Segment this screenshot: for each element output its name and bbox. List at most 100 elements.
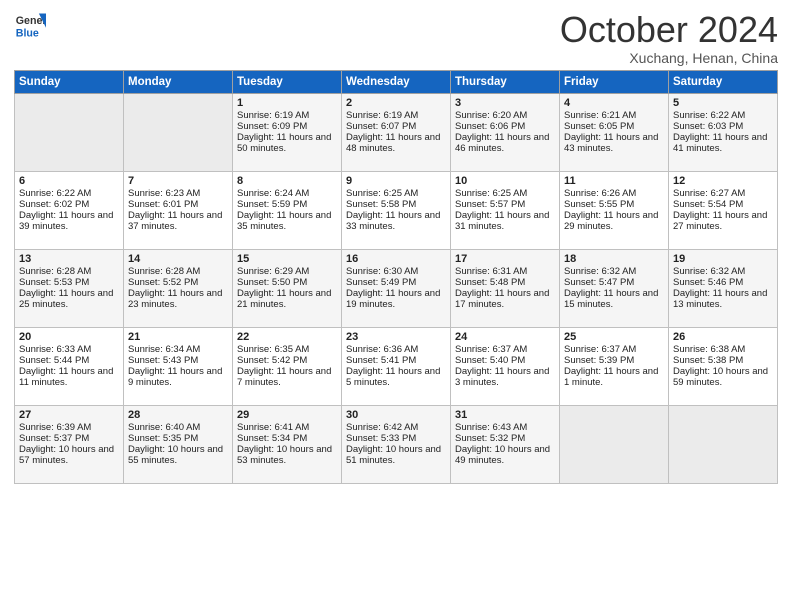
day-info-line: Sunrise: 6:38 AM bbox=[673, 344, 773, 355]
day-info-line: Sunrise: 6:29 AM bbox=[237, 266, 337, 277]
day-cell: 24Sunrise: 6:37 AMSunset: 5:40 PMDayligh… bbox=[451, 327, 560, 405]
day-info-line: Sunrise: 6:33 AM bbox=[19, 344, 119, 355]
day-info-line: Daylight: 11 hours and 13 minutes. bbox=[673, 288, 773, 310]
day-info-line: Sunrise: 6:40 AM bbox=[128, 422, 228, 433]
day-info-line: Sunset: 5:38 PM bbox=[673, 355, 773, 366]
day-info-line: Sunrise: 6:31 AM bbox=[455, 266, 555, 277]
header-monday: Monday bbox=[124, 70, 233, 93]
day-info-line: Sunset: 5:57 PM bbox=[455, 199, 555, 210]
day-info-line: Daylight: 11 hours and 37 minutes. bbox=[128, 210, 228, 232]
day-info-line: Daylight: 11 hours and 48 minutes. bbox=[346, 132, 446, 154]
day-number: 26 bbox=[673, 331, 773, 343]
day-info-line: Sunset: 5:41 PM bbox=[346, 355, 446, 366]
day-cell: 17Sunrise: 6:31 AMSunset: 5:48 PMDayligh… bbox=[451, 249, 560, 327]
day-cell: 6Sunrise: 6:22 AMSunset: 6:02 PMDaylight… bbox=[15, 171, 124, 249]
day-info-line: Sunrise: 6:39 AM bbox=[19, 422, 119, 433]
day-info-line: Sunset: 5:32 PM bbox=[455, 433, 555, 444]
day-cell: 31Sunrise: 6:43 AMSunset: 5:32 PMDayligh… bbox=[451, 405, 560, 483]
day-info-line: Sunrise: 6:25 AM bbox=[346, 188, 446, 199]
day-info-line: Daylight: 11 hours and 1 minute. bbox=[564, 366, 664, 388]
day-info-line: Daylight: 11 hours and 9 minutes. bbox=[128, 366, 228, 388]
day-number: 19 bbox=[673, 253, 773, 265]
week-row-2: 6Sunrise: 6:22 AMSunset: 6:02 PMDaylight… bbox=[15, 171, 778, 249]
day-info-line: Sunrise: 6:23 AM bbox=[128, 188, 228, 199]
day-number: 21 bbox=[128, 331, 228, 343]
day-number: 29 bbox=[237, 409, 337, 421]
day-cell: 1Sunrise: 6:19 AMSunset: 6:09 PMDaylight… bbox=[233, 93, 342, 171]
calendar-table: Sunday Monday Tuesday Wednesday Thursday… bbox=[14, 70, 778, 484]
day-info-line: Sunset: 5:47 PM bbox=[564, 277, 664, 288]
day-number: 11 bbox=[564, 175, 664, 187]
day-info-line: Sunset: 5:53 PM bbox=[19, 277, 119, 288]
day-cell: 18Sunrise: 6:32 AMSunset: 5:47 PMDayligh… bbox=[560, 249, 669, 327]
day-number: 1 bbox=[237, 97, 337, 109]
day-number: 7 bbox=[128, 175, 228, 187]
day-number: 23 bbox=[346, 331, 446, 343]
month-title: October 2024 bbox=[560, 10, 778, 50]
day-info-line: Sunset: 5:59 PM bbox=[237, 199, 337, 210]
day-info-line: Daylight: 11 hours and 7 minutes. bbox=[237, 366, 337, 388]
header-friday: Friday bbox=[560, 70, 669, 93]
day-info-line: Sunset: 5:52 PM bbox=[128, 277, 228, 288]
day-info-line: Sunrise: 6:19 AM bbox=[346, 110, 446, 121]
day-info-line: Sunset: 5:54 PM bbox=[673, 199, 773, 210]
day-cell: 7Sunrise: 6:23 AMSunset: 6:01 PMDaylight… bbox=[124, 171, 233, 249]
day-number: 6 bbox=[19, 175, 119, 187]
day-info-line: Daylight: 11 hours and 5 minutes. bbox=[346, 366, 446, 388]
day-info-line: Sunrise: 6:36 AM bbox=[346, 344, 446, 355]
calendar-header: Sunday Monday Tuesday Wednesday Thursday… bbox=[15, 70, 778, 93]
day-info-line: Sunset: 5:34 PM bbox=[237, 433, 337, 444]
day-info-line: Sunset: 5:58 PM bbox=[346, 199, 446, 210]
day-info-line: Daylight: 11 hours and 46 minutes. bbox=[455, 132, 555, 154]
day-number: 24 bbox=[455, 331, 555, 343]
day-number: 17 bbox=[455, 253, 555, 265]
day-info-line: Daylight: 11 hours and 33 minutes. bbox=[346, 210, 446, 232]
day-cell bbox=[15, 93, 124, 171]
header-sunday: Sunday bbox=[15, 70, 124, 93]
header-tuesday: Tuesday bbox=[233, 70, 342, 93]
day-cell: 23Sunrise: 6:36 AMSunset: 5:41 PMDayligh… bbox=[342, 327, 451, 405]
day-cell: 29Sunrise: 6:41 AMSunset: 5:34 PMDayligh… bbox=[233, 405, 342, 483]
day-info-line: Daylight: 11 hours and 25 minutes. bbox=[19, 288, 119, 310]
day-info-line: Sunrise: 6:20 AM bbox=[455, 110, 555, 121]
day-number: 27 bbox=[19, 409, 119, 421]
header-thursday: Thursday bbox=[451, 70, 560, 93]
day-info-line: Daylight: 10 hours and 53 minutes. bbox=[237, 444, 337, 466]
day-cell: 5Sunrise: 6:22 AMSunset: 6:03 PMDaylight… bbox=[669, 93, 778, 171]
day-number: 10 bbox=[455, 175, 555, 187]
week-row-5: 27Sunrise: 6:39 AMSunset: 5:37 PM Dayligh… bbox=[15, 405, 778, 483]
day-number: 9 bbox=[346, 175, 446, 187]
day-cell: 30Sunrise: 6:42 AMSunset: 5:33 PMDayligh… bbox=[342, 405, 451, 483]
day-info-line: Daylight: 11 hours and 35 minutes. bbox=[237, 210, 337, 232]
calendar-body: 1Sunrise: 6:19 AMSunset: 6:09 PMDaylight… bbox=[15, 93, 778, 483]
day-info-line: Sunset: 5:39 PM bbox=[564, 355, 664, 366]
day-info-line: Daylight: 11 hours and 23 minutes. bbox=[128, 288, 228, 310]
day-cell: 3Sunrise: 6:20 AMSunset: 6:06 PMDaylight… bbox=[451, 93, 560, 171]
day-number: 2 bbox=[346, 97, 446, 109]
day-number: 8 bbox=[237, 175, 337, 187]
day-cell: 28Sunrise: 6:40 AMSunset: 5:35 PMDayligh… bbox=[124, 405, 233, 483]
day-number: 3 bbox=[455, 97, 555, 109]
day-info-line: Sunset: 5:37 PM bbox=[19, 433, 119, 444]
day-info-line: Daylight: 11 hours and 31 minutes. bbox=[455, 210, 555, 232]
day-info-line: Sunset: 5:49 PM bbox=[346, 277, 446, 288]
day-cell: 10Sunrise: 6:25 AMSunset: 5:57 PMDayligh… bbox=[451, 171, 560, 249]
day-info-line: Sunrise: 6:21 AM bbox=[564, 110, 664, 121]
day-info-line: Sunset: 5:43 PM bbox=[128, 355, 228, 366]
header-saturday: Saturday bbox=[669, 70, 778, 93]
day-info-line: Daylight: 11 hours and 3 minutes. bbox=[455, 366, 555, 388]
day-cell: 12Sunrise: 6:27 AMSunset: 5:54 PMDayligh… bbox=[669, 171, 778, 249]
day-info-line: Sunset: 6:05 PM bbox=[564, 121, 664, 132]
svg-text:Blue: Blue bbox=[16, 28, 39, 40]
day-info-line: Daylight: 11 hours and 43 minutes. bbox=[564, 132, 664, 154]
day-info-line: Sunset: 6:01 PM bbox=[128, 199, 228, 210]
day-cell bbox=[560, 405, 669, 483]
day-info-line: Sunset: 6:07 PM bbox=[346, 121, 446, 132]
day-info-line: Sunset: 5:46 PM bbox=[673, 277, 773, 288]
day-cell: 22Sunrise: 6:35 AMSunset: 5:42 PMDayligh… bbox=[233, 327, 342, 405]
day-number: 14 bbox=[128, 253, 228, 265]
day-info-line: Daylight: 11 hours and 39 minutes. bbox=[19, 210, 119, 232]
logo: General Blue bbox=[14, 10, 50, 42]
day-info-line: Sunrise: 6:30 AM bbox=[346, 266, 446, 277]
day-cell bbox=[124, 93, 233, 171]
